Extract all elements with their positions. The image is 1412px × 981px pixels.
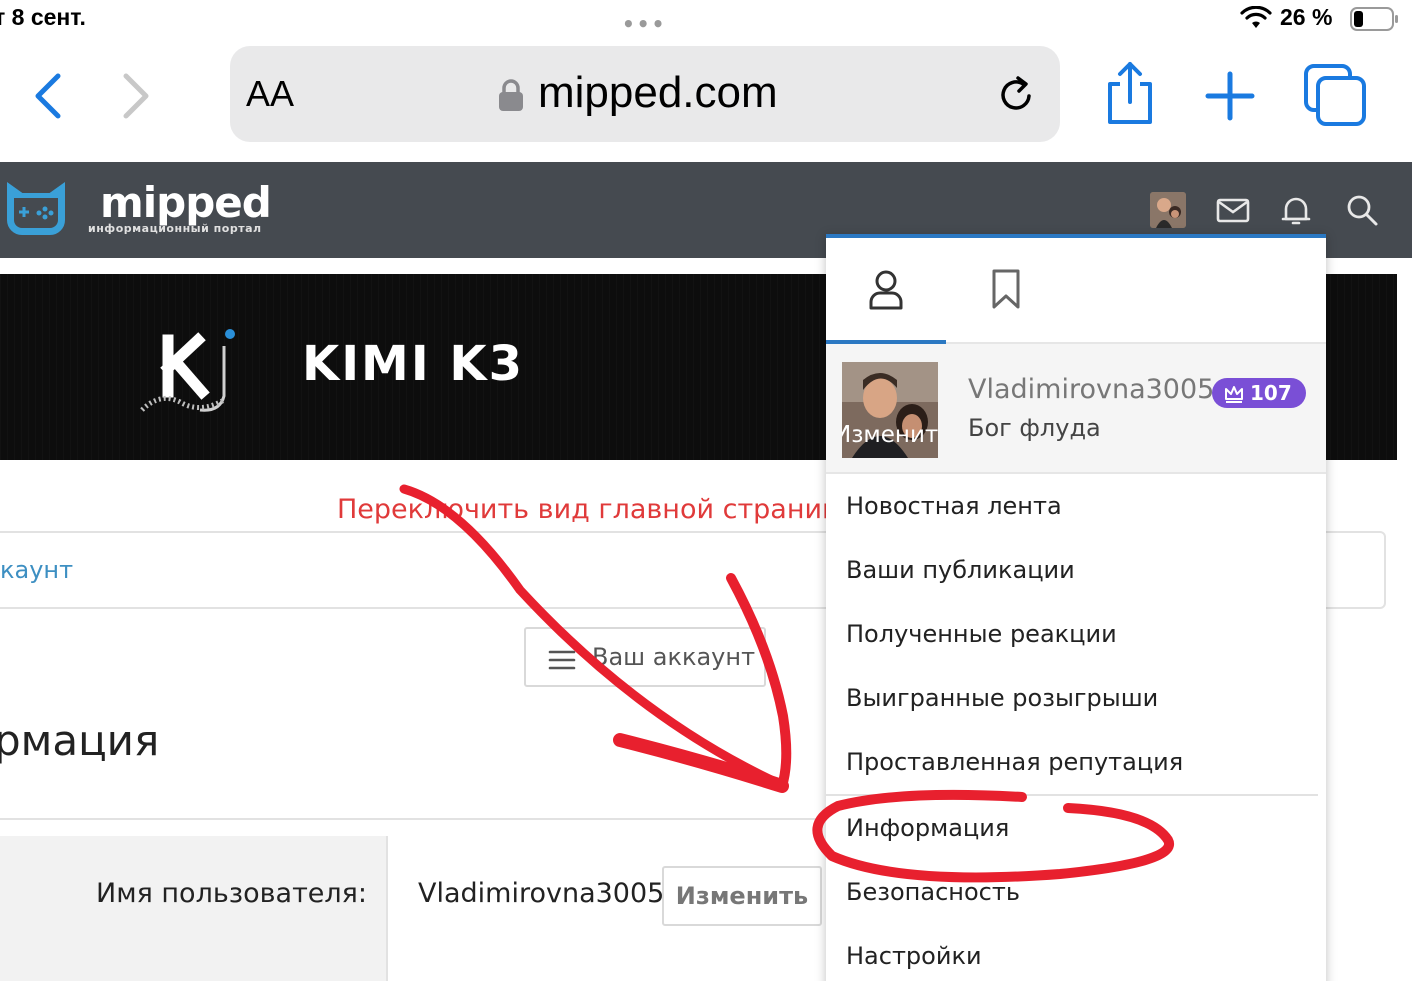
new-tab-icon[interactable] <box>1200 66 1260 126</box>
menu-item-news-feed[interactable]: Новостная лента <box>846 492 1062 520</box>
change-username-button[interactable]: Изменить <box>662 866 822 926</box>
dropdown-username[interactable]: Vladimirovna3005 <box>968 374 1214 405</box>
battery-percent: 26 % <box>1280 4 1333 30</box>
rank-badge-count: 107 <box>1250 381 1292 405</box>
search-icon[interactable] <box>1344 192 1380 228</box>
account-dropdown: Изменить Vladimirovna3005 107 Бог флуда … <box>826 234 1326 981</box>
wifi-icon <box>1240 6 1272 28</box>
text-size-button[interactable]: AA <box>246 73 294 115</box>
forward-icon[interactable] <box>116 70 156 122</box>
menu-item-security[interactable]: Безопасность <box>846 878 1020 906</box>
user-icon <box>869 270 903 310</box>
tabs-overview-icon[interactable] <box>1302 62 1368 128</box>
profile-avatar[interactable]: Изменить <box>842 362 938 458</box>
address-bar[interactable]: AA mipped.com <box>230 46 1060 142</box>
switch-home-view-link[interactable]: Переключить вид главной страницы <box>337 494 837 525</box>
kimi-k-logo-icon <box>140 329 235 412</box>
username-label: Имя пользователя: <box>96 878 368 909</box>
battery-icon <box>1350 7 1398 31</box>
hamburger-menu-icon <box>548 650 576 670</box>
menu-item-reactions-received[interactable]: Полученные реакции <box>846 620 1117 648</box>
reload-icon[interactable] <box>996 74 1038 116</box>
annotation-arrow-head-lower <box>613 733 789 793</box>
tab-bookmarks[interactable] <box>946 238 1066 344</box>
header-avatar[interactable] <box>1150 192 1186 228</box>
status-bar: т 8 сент. ••• 26 % <box>0 0 1412 40</box>
menu-item-reputation-given[interactable]: Проставленная репутация <box>846 748 1183 776</box>
crown-icon <box>1225 386 1243 403</box>
bell-icon[interactable] <box>1278 192 1314 228</box>
page-title: рмация <box>0 716 160 765</box>
breadcrumb-account-link[interactable]: каунт <box>0 556 73 584</box>
bookmark-icon <box>992 269 1020 309</box>
gamepad-cat-logo-icon[interactable] <box>0 180 72 238</box>
menu-divider <box>826 794 1318 796</box>
rank-badge[interactable]: 107 <box>1212 378 1306 408</box>
back-icon[interactable] <box>28 70 68 122</box>
status-time: т 8 сент. <box>0 4 86 30</box>
menu-item-your-posts[interactable]: Ваши публикации <box>846 556 1075 584</box>
menu-item-settings[interactable]: Настройки <box>846 942 982 970</box>
menu-item-information[interactable]: Информация <box>846 814 1009 842</box>
site-logo-text[interactable]: mipped <box>100 178 272 227</box>
site-logo-subtitle: информационный портал <box>88 222 262 235</box>
multitasking-dots-icon[interactable]: ••• <box>622 12 666 36</box>
mail-icon[interactable] <box>1215 192 1251 228</box>
dropdown-profile-card: Изменить Vladimirovna3005 107 Бог флуда <box>826 344 1326 474</box>
share-icon[interactable] <box>1100 60 1160 128</box>
tab-account[interactable] <box>826 238 946 344</box>
lock-icon <box>499 79 523 111</box>
banner-title: KIMI K3 <box>302 336 524 392</box>
menu-item-giveaways-won[interactable]: Выигранные розыгрыши <box>846 684 1158 712</box>
account-menu-label: Ваш аккаунт <box>592 643 756 671</box>
url-text[interactable]: mipped.com <box>538 68 778 118</box>
dropdown-tabs <box>826 238 1326 344</box>
browser-toolbar: AA mipped.com <box>0 40 1412 162</box>
username-value: Vladimirovna3005 <box>418 878 665 909</box>
user-rank-title: Бог флуда <box>968 414 1101 442</box>
avatar-edit-overlay[interactable]: Изменить <box>842 422 938 448</box>
account-menu-button[interactable]: Ваш аккаунт <box>524 627 766 687</box>
